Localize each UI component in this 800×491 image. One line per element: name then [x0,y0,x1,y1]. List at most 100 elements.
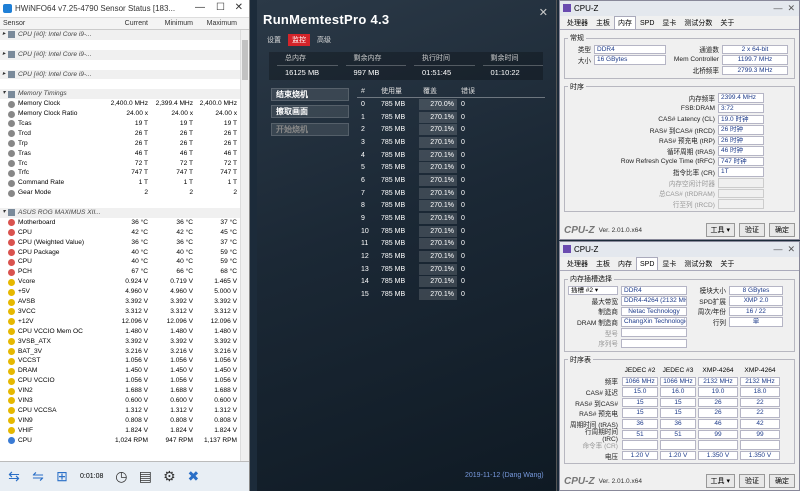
sensor-row[interactable]: 3VSB_ATX 3.392 V 3.392 V 3.392 V [0,337,240,347]
expand-toggle-icon[interactable]: ▾ [0,89,8,99]
thread-coverage: 270.1% [419,251,457,263]
menu-monitor[interactable]: 监控 [288,34,310,46]
tab-4[interactable]: 显卡 [658,257,680,270]
sensor-row[interactable]: 3VCC 3.312 V 3.312 V 3.312 V [0,307,240,317]
report-icon[interactable]: ▤ [135,467,155,487]
tab-0[interactable]: 处理器 [563,257,592,270]
sensor-row[interactable]: PCH 67 °C 66 °C 68 °C [0,267,240,277]
sensor-row[interactable]: CPU 1,024 RPM 947 RPM 1,137 RPM [0,436,240,446]
sensor-row[interactable]: Gear Mode 2 2 2 [0,188,240,198]
sensor-row[interactable]: CPU VCCIO Mem OC 1.480 V 1.480 V 1.480 V [0,327,240,337]
tab-2[interactable]: 内存 [614,257,636,270]
sensor-name: CPU [18,258,32,266]
sensor-row[interactable]: VIN3 0.600 V 0.600 V 0.600 V [0,396,240,406]
sensor-row[interactable]: DRAM 1.450 V 1.450 V 1.450 V [0,366,240,376]
arrows-lr-icon[interactable]: ⇆ [4,467,24,487]
sensor-group-row[interactable]: ▸ CPU [#0]: Intel Core i9-... [0,69,240,80]
sensor-row[interactable]: Trc 72 T 72 T 72 T [0,159,240,169]
sensor-scrollbar[interactable] [240,30,249,461]
sensor-row[interactable]: VIN9 0.808 V 0.808 V 0.808 V [0,416,240,426]
capture-screen-button[interactable]: 擦取画面 [271,105,349,118]
sensor-row[interactable]: CPU (Weighted Value) 36 °C 36 °C 37 °C [0,238,240,248]
sensor-row[interactable]: CPU 40 °C 40 °C 59 °C [0,257,240,267]
sensor-row[interactable]: +12V 12.096 V 12.096 V 12.096 V [0,317,240,327]
col-minimum[interactable]: Minimum [148,18,193,29]
tab-1[interactable]: 主板 [592,16,614,29]
sensor-row[interactable]: CPU VCCIO 1.056 V 1.056 V 1.056 V [0,376,240,386]
tab-1[interactable]: 主板 [592,257,614,270]
clock-icon[interactable]: ◷ [111,467,131,487]
sensor-row[interactable]: CPU Package 40 °C 40 °C 59 °C [0,248,240,258]
settings-icon[interactable]: ⚙ [159,467,179,487]
build-signature: 2019-11-12 (Dang Wang) [465,472,544,479]
tools-button[interactable]: 工具 ▾ [705,474,735,488]
sensor-row[interactable]: Tcas 19 T 19 T 19 T [0,119,240,129]
expand-toggle-icon[interactable]: ▸ [0,70,8,80]
start-burn-button[interactable]: 开始烧机 [271,123,349,136]
sensor-group-row[interactable]: ▸ CPU [#0]: Intel Core i9-... [0,49,240,60]
tools-button[interactable]: 工具 ▾ [705,223,735,237]
slot-select[interactable]: 插槽 #2 ▾ [568,285,618,296]
scroll-thumb[interactable] [242,40,248,80]
expand-toggle-icon[interactable]: ▾ [0,208,8,218]
sensor-row[interactable]: BAT_3V 3.216 V 3.216 V 3.216 V [0,347,240,357]
tab-0[interactable]: 处理器 [563,16,592,29]
memtest-close-icon[interactable]: ✕ [539,6,548,19]
stop-burn-button[interactable]: 结束烧机 [271,88,349,101]
sensor-row[interactable]: Motherboard 36 °C 36 °C 37 °C [0,218,240,228]
sensor-row[interactable]: Command Rate 1 T 1 T 1 T [0,178,240,188]
sensor-row[interactable]: AVSB 3.392 V 3.392 V 3.392 V [0,297,240,307]
maximize-icon[interactable]: ☐ [216,2,225,13]
tab-2[interactable]: 内存 [614,16,636,29]
sensor-row[interactable]: VIN2 1.688 V 1.688 V 1.688 V [0,386,240,396]
close-x-icon[interactable]: ✖ [183,467,203,487]
cpuz-titlebar[interactable]: CPU-Z — ✕ [560,1,799,16]
tab-4[interactable]: 显卡 [658,16,680,29]
network-icon[interactable]: ⇋ [28,467,48,487]
menu-advanced[interactable]: 高级 [313,34,335,46]
minimize-icon[interactable]: — [195,2,205,13]
sensor-row[interactable]: Trfc 747 T 747 T 747 T [0,168,240,178]
tab-5[interactable]: 测试分数 [680,16,716,29]
sensor-list[interactable]: ▸ CPU [#0]: Intel Core i9-... ▸ CPU [#0]: I… [0,30,240,461]
minimum-value: 26 T [179,139,193,147]
timing-table-header: JEDEC #2 JEDEC #3 XMP-4264 XMP-4264 [568,366,791,377]
cpuz-window-buttons[interactable]: — ✕ [773,242,795,257]
expand-toggle-icon[interactable]: ▸ [0,50,8,60]
sensor-row[interactable]: CPU 42 °C 42 °C 45 °C [0,228,240,238]
sensor-icon [8,189,15,197]
tab-6[interactable]: 关于 [716,16,738,29]
col-current[interactable]: Current [101,18,148,29]
col-sensor[interactable]: Sensor [0,18,101,29]
close-icon[interactable]: ✕ [235,2,243,13]
sensor-row[interactable]: Memory Clock 2,400.0 MHz 2,399.4 MHz 2,400.… [0,99,240,109]
sensor-group-row[interactable]: ▾ Memory Timings [0,89,240,100]
hwinfo-titlebar[interactable]: HWiNFO64 v7.25-4790 Sensor Status [183..… [0,0,249,18]
col-maximum[interactable]: Maximum [193,18,237,29]
sensor-row[interactable]: Tras 46 T 46 T 46 T [0,149,240,159]
sensor-row[interactable]: CPU VCCSA 1.312 V 1.312 V 1.312 V [0,406,240,416]
validate-button[interactable]: 验证 [739,474,765,488]
cpuz-titlebar[interactable]: CPU-Z — ✕ [560,242,799,257]
sensor-row[interactable]: +5V 4.960 V 4.960 V 5.000 V [0,287,240,297]
tab-3[interactable]: SPD [636,257,659,270]
sensor-row[interactable]: Memory Clock Ratio 24.00 x 24.00 x 24.00 x [0,109,240,119]
sensor-row[interactable]: VHIF 1.824 V 1.824 V 1.824 V [0,426,240,436]
tab-3[interactable]: SPD [636,16,658,29]
expand-toggle-icon[interactable]: ▸ [0,30,8,40]
menu-settings[interactable]: 设置 [263,34,285,46]
sensor-row[interactable]: Vcore 0.924 V 0.719 V 1.465 V [0,277,240,287]
cpuz-logo-icon [563,245,571,253]
ok-button[interactable]: 确定 [769,474,795,488]
tab-5[interactable]: 测试分数 [680,257,716,270]
cpuz-window-buttons[interactable]: — ✕ [773,1,795,16]
sensor-group-row[interactable]: ▸ CPU [#0]: Intel Core i9-... [0,30,240,40]
layout-icon[interactable]: ⊞ [52,467,72,487]
sensor-row[interactable]: VCCST 1.056 V 1.056 V 1.056 V [0,356,240,366]
validate-button[interactable]: 验证 [739,223,765,237]
sensor-row[interactable]: Trp 26 T 26 T 26 T [0,139,240,149]
tab-6[interactable]: 关于 [716,257,738,270]
ok-button[interactable]: 确定 [769,223,795,237]
sensor-row[interactable]: Trcd 26 T 26 T 26 T [0,129,240,139]
sensor-group-row[interactable]: ▾ ASUS ROG MAXIMUS XII... [0,208,240,218]
